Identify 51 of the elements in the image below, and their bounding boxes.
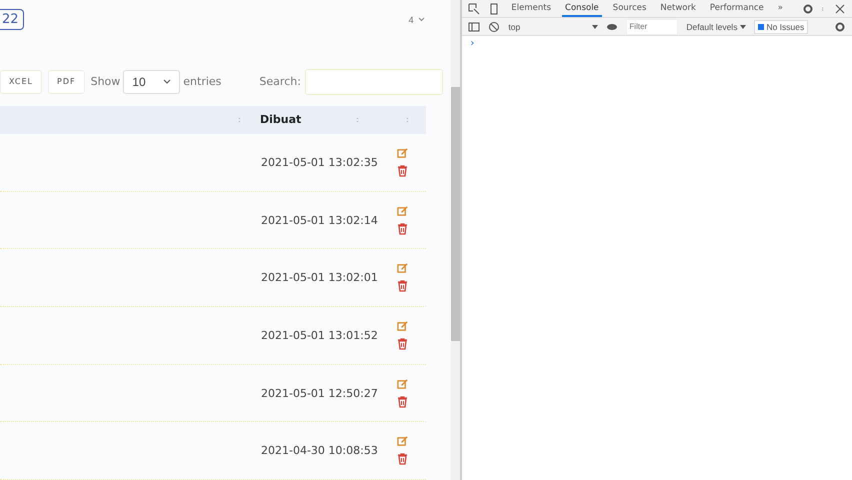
chevron-down-icon: [163, 79, 172, 84]
issues-button[interactable]: No Issues: [754, 20, 808, 34]
column-header[interactable]: Dibuat: [260, 113, 356, 126]
table-cell-text: 2021-05-01 13:01:52: [261, 328, 379, 342]
table-cell-text: 2021-05-01 12:50:27: [261, 386, 379, 400]
export-button[interactable]: XCEL: [0, 70, 42, 94]
more-tabs-button[interactable]: »: [774, 0, 786, 16]
clear-icon[interactable]: [488, 20, 500, 32]
trash-icon[interactable]: [397, 396, 408, 408]
table-cell-text: 2021-05-01 13:02:35: [261, 156, 379, 169]
edit-icon[interactable]: [397, 320, 408, 332]
entries-label: entries: [183, 75, 222, 88]
console-prompt: ›: [470, 38, 476, 49]
settings-icon[interactable]: [802, 2, 814, 14]
caret-icon: [592, 24, 598, 28]
devtools-tab[interactable]: Network: [657, 0, 699, 16]
filter-field[interactable]: Filter: [626, 18, 678, 34]
issues-icon: [758, 24, 764, 30]
settings-icon[interactable]: [834, 20, 846, 32]
export-button[interactable]: PDF: [48, 70, 85, 94]
edit-icon[interactable]: [397, 436, 408, 448]
trash-icon[interactable]: [397, 453, 408, 466]
search-label: Search:: [259, 75, 301, 88]
trash-icon[interactable]: [397, 338, 408, 350]
trash-icon[interactable]: [397, 164, 408, 177]
show-label: Show: [90, 75, 120, 88]
edit-icon[interactable]: [397, 378, 408, 390]
user-menu[interactable]: 4: [408, 14, 425, 25]
devtools-tab[interactable]: Elements: [508, 0, 554, 16]
table-cell-text: 2021-05-01 13:02:01: [261, 271, 379, 284]
devtools-tab[interactable]: Performance: [706, 0, 767, 16]
table-cell-text: 2021-04-30 10:08:53: [261, 444, 379, 458]
context-select[interactable]: top: [508, 22, 598, 32]
trash-icon[interactable]: [397, 280, 408, 292]
scrollbar[interactable]: [450, 0, 460, 480]
page-size-select[interactable]: 10: [123, 70, 180, 94]
edit-icon[interactable]: [397, 263, 408, 274]
chevron-down-icon: [418, 17, 425, 22]
caret-icon: [740, 24, 746, 28]
trash-icon[interactable]: [397, 222, 408, 234]
device-icon[interactable]: [488, 2, 500, 14]
close-icon[interactable]: [834, 2, 846, 14]
table-cell-text: 2021-05-01 13:02:14: [261, 214, 379, 226]
edit-icon[interactable]: [397, 148, 408, 159]
inspect-icon[interactable]: [468, 2, 480, 14]
notification-count[interactable]: 22: [0, 9, 24, 30]
levels-dropdown[interactable]: Default levels: [686, 22, 746, 32]
search-field[interactable]: [304, 68, 443, 95]
sidebar-icon[interactable]: [468, 20, 480, 32]
devtools-tab[interactable]: Sources: [610, 0, 650, 16]
edit-icon[interactable]: [397, 206, 408, 216]
